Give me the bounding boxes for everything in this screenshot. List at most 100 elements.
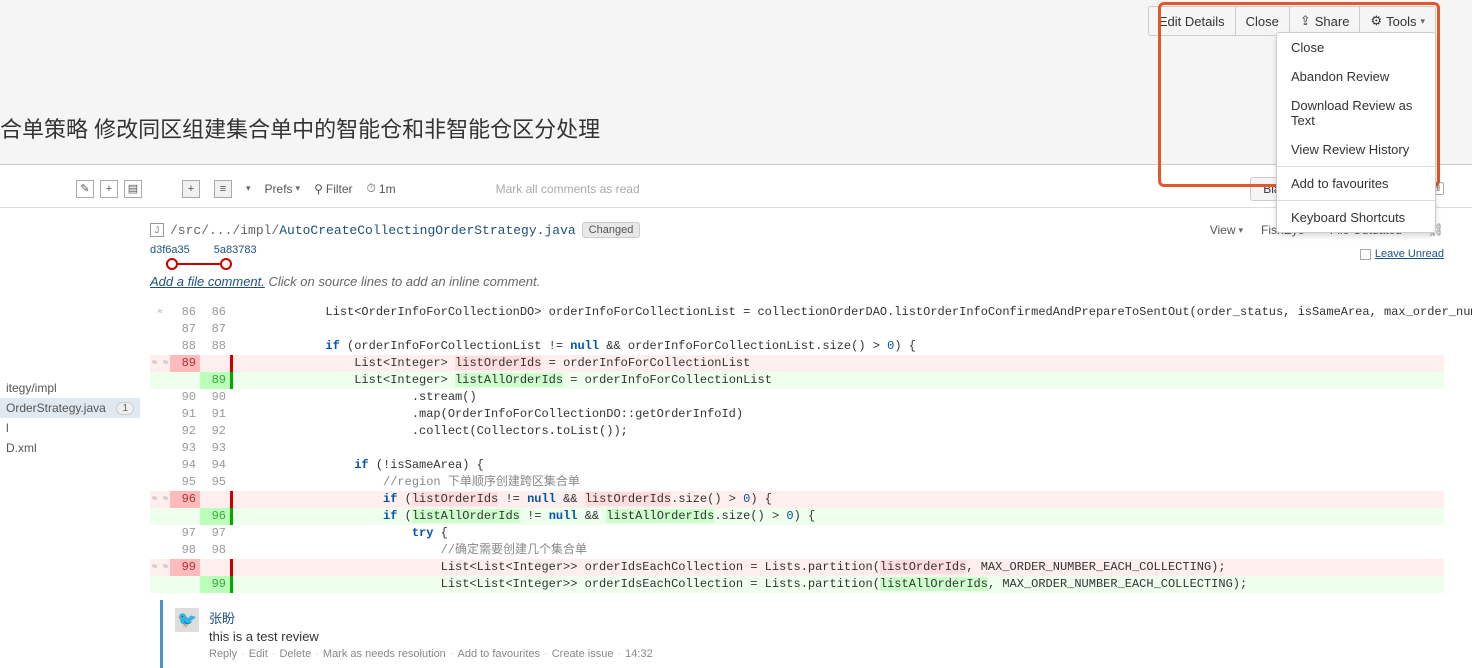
edit-details-button[interactable]: Edit Details (1149, 7, 1236, 35)
diff-line[interactable]: 8787 (150, 321, 1444, 338)
filter-button[interactable]: ⚲ Filter (314, 182, 352, 196)
sidebar-item[interactable]: l (0, 418, 140, 438)
edit-icon[interactable]: ✎ (76, 180, 94, 198)
file-path[interactable]: /src/.../impl/AutoCreateCollectingOrderS… (170, 223, 576, 238)
view-dropdown[interactable]: View (1210, 223, 1243, 237)
line-number-old: 90 (170, 389, 200, 406)
share-button[interactable]: ⇪ Share (1290, 7, 1361, 35)
add-icon[interactable]: + (100, 180, 118, 198)
tools-button[interactable]: ⚙ Tools (1360, 7, 1435, 35)
sidebar-badge: 1 (116, 402, 134, 415)
line-number-old: 97 (170, 525, 200, 542)
diff-line[interactable]: 9898 //确定需要创建几个集合单 (150, 542, 1444, 559)
code-content: try { (233, 525, 1444, 542)
diff-line[interactable]: ≈ ≈89 List<Integer> listOrderIds = order… (150, 355, 1444, 372)
line-number-new: 95 (200, 474, 230, 491)
separator: · (315, 648, 319, 660)
diff-line[interactable]: 8888 if (orderInfoForCollectionList != n… (150, 338, 1444, 355)
diff-line[interactable]: 9191 .map(OrderInfoForCollectionDO::getO… (150, 406, 1444, 423)
comment-action-edit[interactable]: Edit (249, 648, 268, 660)
diff-line[interactable]: 9595 //region 下单顺序创建跨区集合单 (150, 474, 1444, 491)
gutter-control[interactable] (150, 372, 170, 389)
line-number-new (200, 559, 230, 576)
tools-menu-download[interactable]: Download Review as Text (1277, 91, 1435, 135)
share-label: Share (1315, 14, 1350, 29)
sidebar-item-label: l (6, 421, 9, 435)
code-content: List<Integer> listAllOrderIds = orderInf… (233, 372, 1444, 389)
tools-menu-close[interactable]: Close (1277, 33, 1435, 62)
comment-action-mark-as-needs-resolution[interactable]: Mark as needs resolution (323, 648, 446, 660)
gutter-control[interactable]: ≈ ≈ (150, 355, 170, 372)
code-content: List<List<Integer>> orderIdsEachCollecti… (233, 559, 1444, 576)
gutter-control[interactable] (150, 474, 170, 491)
collapse-icon[interactable]: ≡ (214, 180, 232, 198)
comment-action-add-to-favourites[interactable]: Add to favourites (457, 648, 540, 660)
comment-author[interactable]: 张盼 (209, 608, 653, 627)
share-icon: ⇪ (1300, 13, 1311, 29)
diff-line[interactable]: 9393 (150, 440, 1444, 457)
prefs-dropdown[interactable]: Prefs (265, 182, 301, 196)
gutter-control[interactable] (150, 338, 170, 355)
line-number-old (170, 508, 200, 525)
gutter-control[interactable] (150, 576, 170, 593)
tools-menu-favourites[interactable]: Add to favourites (1277, 169, 1435, 198)
menu-divider (1277, 200, 1435, 201)
gutter-control[interactable]: ≈ ≈ (150, 491, 170, 508)
diff-line[interactable]: ≈ ≈99 List<List<Integer>> orderIdsEachCo… (150, 559, 1444, 576)
comment-action-reply[interactable]: Reply (209, 648, 237, 660)
panel-icon[interactable]: ▤ (124, 180, 142, 198)
line-number-new (200, 355, 230, 372)
diff-line[interactable]: ≈ ≈96 if (listOrderIds != null && listOr… (150, 491, 1444, 508)
tools-menu-abandon[interactable]: Abandon Review (1277, 62, 1435, 91)
diff-line[interactable]: 89 List<Integer> listAllOrderIds = order… (150, 372, 1444, 389)
line-number-old: 95 (170, 474, 200, 491)
diff-line[interactable]: 9494 if (!isSameArea) { (150, 457, 1444, 474)
tools-menu-shortcuts[interactable]: Keyboard Shortcuts (1277, 203, 1435, 232)
expand-icon[interactable]: + (182, 180, 200, 198)
leave-unread-label: Leave Unread (1375, 248, 1444, 260)
sidebar-item[interactable]: OrderStrategy.java1 (0, 398, 140, 418)
sidebar-item[interactable]: D.xml (0, 438, 140, 458)
sidebar-item[interactable]: itegy/impl (0, 378, 140, 398)
line-number-old: 88 (170, 338, 200, 355)
gutter-control[interactable] (150, 321, 170, 338)
comment-action-delete[interactable]: Delete (279, 648, 311, 660)
close-button[interactable]: Close (1236, 7, 1290, 35)
sidebar-item-label: D.xml (6, 441, 37, 455)
gutter-control[interactable]: ≈ ≈ (150, 559, 170, 576)
gutter-control[interactable]: ≈ (150, 304, 170, 321)
diff-line[interactable]: 9090 .stream() (150, 389, 1444, 406)
line-number-old: 86 (170, 304, 200, 321)
chevron-down-icon (296, 183, 301, 194)
comment-time: 14:32 (625, 648, 653, 660)
code-content: if (listAllOrderIds != null && listAllOr… (233, 508, 1444, 525)
gutter-control[interactable] (150, 406, 170, 423)
gutter-control[interactable] (150, 389, 170, 406)
code-content: //确定需要创建几个集合单 (233, 542, 1444, 559)
gutter-control[interactable] (150, 542, 170, 559)
code-content: if (!isSameArea) { (233, 457, 1444, 474)
gutter-control[interactable] (150, 457, 170, 474)
gutter-control[interactable] (150, 525, 170, 542)
time-button[interactable]: ⏱ 1m (367, 181, 396, 196)
chevron-down-icon[interactable] (246, 183, 251, 194)
mark-all-read-button[interactable]: Mark all comments as read (496, 182, 640, 196)
diff-line[interactable]: ≈8686 List<OrderInfoForCollectionDO> ord… (150, 304, 1444, 321)
leave-unread-link[interactable]: Leave Unread (1360, 248, 1444, 260)
diff-line[interactable]: 96 if (listAllOrderIds != null && listAl… (150, 508, 1444, 525)
gutter-control[interactable] (150, 508, 170, 525)
comment-action-create-issue[interactable]: Create issue (552, 648, 614, 660)
diff-line[interactable]: 99 List<List<Integer>> orderIdsEachColle… (150, 576, 1444, 593)
add-file-comment-link[interactable]: Add a file comment. (150, 274, 265, 289)
clock-icon: ⏱ (367, 181, 376, 196)
tools-menu-history[interactable]: View Review History (1277, 135, 1435, 164)
revision-new[interactable]: 5a83783 (214, 244, 257, 256)
gutter-control[interactable] (150, 423, 170, 440)
code-content: if (orderInfoForCollectionList != null &… (233, 338, 1444, 355)
diff-line[interactable]: 9797 try { (150, 525, 1444, 542)
revision-old[interactable]: d3f6a35 (150, 244, 190, 256)
file-comment-hint: Add a file comment. Click on source line… (150, 274, 1444, 289)
separator: · (241, 648, 245, 660)
gutter-control[interactable] (150, 440, 170, 457)
diff-line[interactable]: 9292 .collect(Collectors.toList()); (150, 423, 1444, 440)
